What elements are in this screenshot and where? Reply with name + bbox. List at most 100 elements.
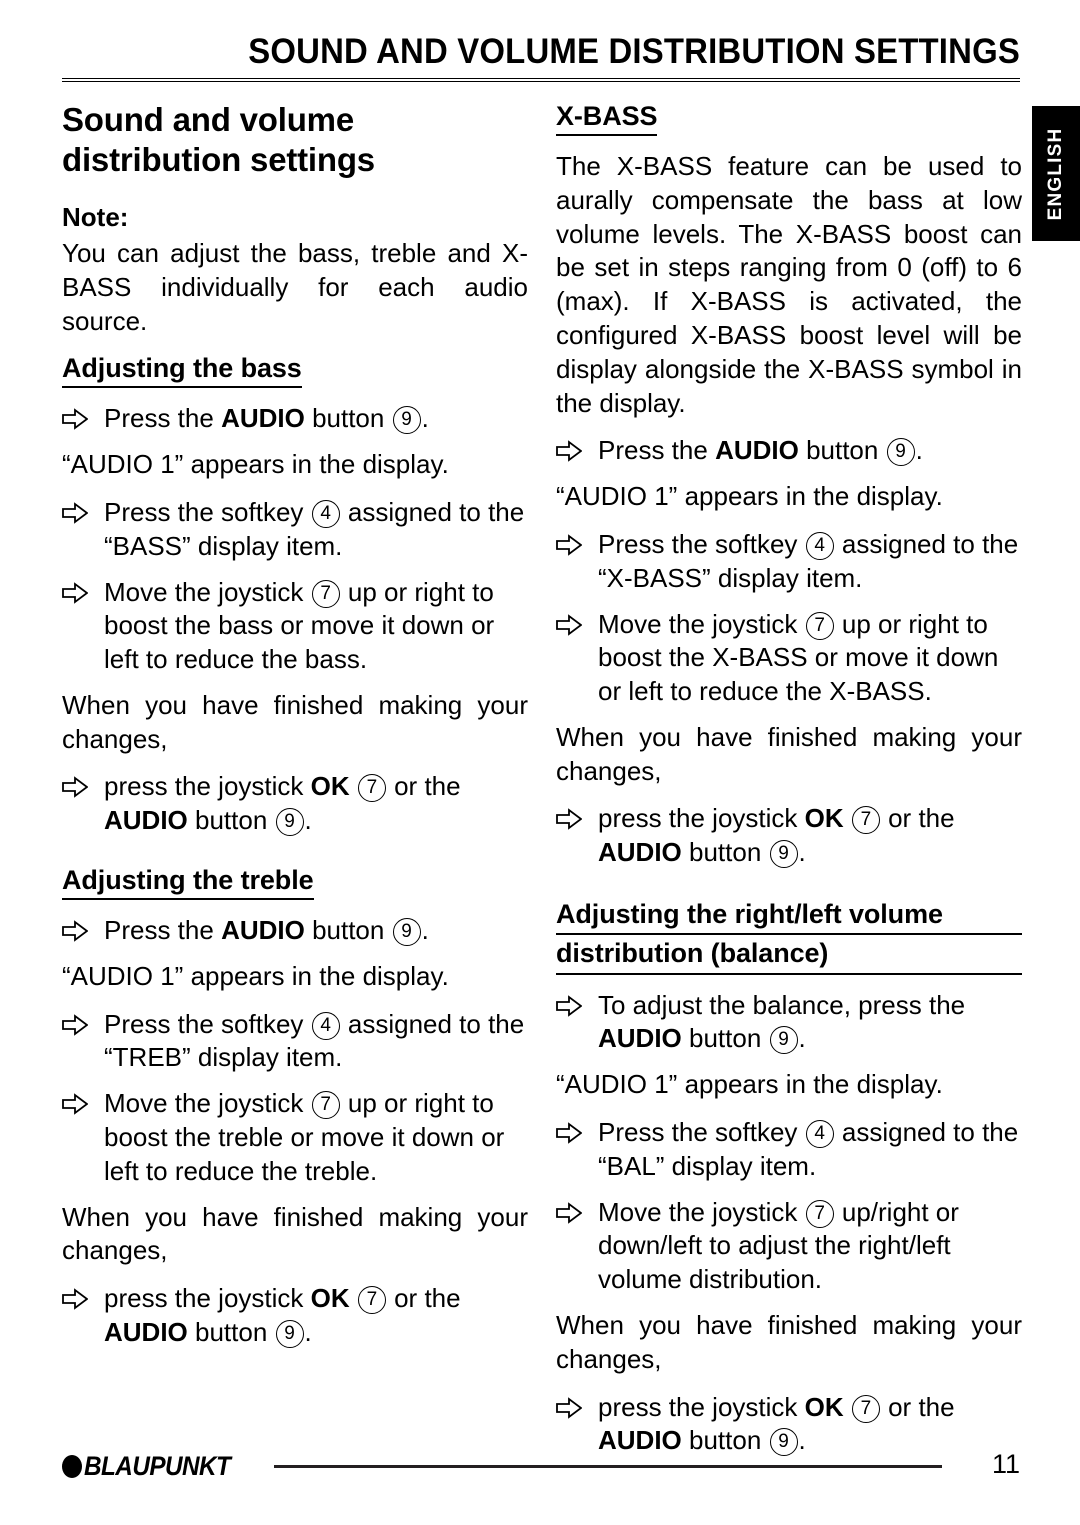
ref-number-9: 9 [392, 918, 421, 947]
arrow-bullet-icon [62, 408, 88, 431]
footer-divider [274, 1465, 942, 1468]
ref-number-7: 7 [805, 1199, 834, 1228]
manual-page: SOUND AND VOLUME DISTRIBUTION SETTINGS E… [0, 0, 1080, 1525]
step-text-a: Move the joystick [598, 1196, 805, 1227]
brand-name: BLAUPUNKT [84, 1450, 231, 1481]
steps-bass-2: Press the softkey 4 assigned to the “BAS… [62, 496, 528, 677]
step-text-audio: AUDIO [104, 1316, 188, 1347]
ref-number-4: 4 [311, 1011, 340, 1040]
step-text-audio: AUDIO [598, 837, 682, 868]
step-text-a: Press the [104, 403, 222, 434]
step-text-a: Move the joystick [598, 608, 805, 639]
arrow-bullet-icon [556, 1122, 582, 1144]
step-press-softkey: Press the softkey 4 assigned to the “BAS… [62, 496, 528, 564]
step-text-c: button [681, 1023, 769, 1054]
arrow-bullet-icon [62, 1093, 88, 1116]
step-press-softkey: Press the softkey 4 assigned to the “X-B… [556, 528, 1022, 596]
step-text-a: Press the softkey [598, 528, 805, 559]
step-text-d: . [915, 435, 923, 466]
step-text-a: Move the joystick [104, 576, 311, 607]
arrow-bullet-icon [62, 502, 88, 524]
page-number: 11 [991, 1449, 1020, 1479]
brand-logo: BLAUPUNKT [62, 1449, 247, 1483]
step-text-b: or the [386, 771, 461, 802]
steps-bass-1: Press the AUDIO button 9. [62, 402, 528, 436]
ref-number-9: 9 [275, 808, 304, 837]
ref-number-7: 7 [311, 579, 340, 608]
step-text-a: Move the joystick [104, 1088, 311, 1119]
steps-balance-1: To adjust the balance, press the AUDIO b… [556, 989, 1022, 1057]
step-text-a: Press the [598, 435, 716, 466]
xbass-intro-text: The X-BASS feature can be used to aurall… [556, 150, 1022, 418]
left-column: Sound and volume distribution settings N… [62, 100, 528, 1362]
step-text-c: button [681, 837, 769, 868]
step-text-b: or the [386, 1283, 461, 1314]
ref-number-9: 9 [769, 1026, 798, 1055]
step-move-joystick: Move the joystick 7 up/right or down/lef… [556, 1196, 1022, 1297]
closing-text: When you have finished making your chang… [556, 721, 1022, 786]
ref-number-9: 9 [275, 1319, 304, 1348]
heading-adjusting-bass: Adjusting the bass [62, 352, 302, 389]
step-press-audio: Press the AUDIO button 9. [62, 914, 528, 948]
step-text-a: Press the softkey [598, 1116, 805, 1147]
step-text-ok: OK [804, 803, 844, 834]
arrow-bullet-icon [62, 776, 88, 799]
note-label: Note: [62, 202, 129, 233]
step-text-audio: AUDIO [221, 403, 305, 434]
arrow-bullet-icon [556, 808, 582, 831]
right-column: X-BASS The X-BASS feature can be used to… [556, 100, 1022, 1470]
section-title: Sound and volume distribution settings [62, 101, 375, 178]
ref-number-7: 7 [851, 1394, 880, 1423]
steps-xbass-3: press the joystick OK 7 or the AUDIO but… [556, 802, 1022, 870]
step-text-d: . [798, 837, 806, 868]
ref-number-4: 4 [805, 531, 834, 560]
ref-number-4: 4 [311, 499, 340, 528]
ref-number-7: 7 [805, 611, 834, 640]
step-press-ok: press the joystick OK 7 or the AUDIO but… [62, 1282, 528, 1350]
blaupunkt-dot-icon [62, 1454, 82, 1478]
steps-treble-3: press the joystick OK 7 or the AUDIO but… [62, 1282, 528, 1350]
step-press-audio: To adjust the balance, press the AUDIO b… [556, 989, 1022, 1057]
heading-adjusting-treble-wrap: Adjusting the treble [62, 864, 528, 901]
ref-number-7: 7 [357, 1286, 386, 1315]
step-text-c: button [187, 1316, 275, 1347]
ref-number-7: 7 [357, 774, 386, 803]
result-audio1: “AUDIO 1” appears in the display. [62, 449, 449, 480]
ref-number-9: 9 [769, 840, 798, 869]
step-text-a: press the joystick [104, 1283, 311, 1314]
step-text-audio: AUDIO [104, 805, 188, 836]
closing-text: When you have finished making your chang… [556, 1309, 1022, 1374]
heading-adjusting-bass-wrap: Adjusting the bass [62, 352, 528, 389]
step-move-joystick: Move the joystick 7 up or right to boost… [62, 1087, 528, 1188]
step-text-d: . [304, 805, 312, 836]
heading-xbass: X-BASS [556, 100, 658, 136]
steps-bass-3: press the joystick OK 7 or the AUDIO but… [62, 770, 528, 838]
step-press-ok: press the joystick OK 7 or the AUDIO but… [556, 802, 1022, 870]
step-text-b: or the [880, 803, 955, 834]
arrow-bullet-icon [62, 920, 88, 942]
step-text-audio: AUDIO [598, 1023, 682, 1054]
ref-number-9: 9 [886, 438, 915, 467]
step-text-d: . [421, 403, 429, 434]
note-text: You can adjust the bass, treble and X-BA… [62, 237, 528, 336]
step-text-d: . [304, 1316, 312, 1347]
step-text-ok: OK [310, 1283, 350, 1314]
heading-adjusting-treble: Adjusting the treble [62, 864, 314, 901]
arrow-bullet-icon [556, 1201, 582, 1224]
step-press-softkey: Press the softkey 4 assigned to the “TRE… [62, 1008, 528, 1076]
result-audio1: “AUDIO 1” appears in the display. [556, 1069, 943, 1100]
arrow-bullet-icon [556, 994, 582, 1017]
ref-number-4: 4 [805, 1119, 834, 1148]
arrow-bullet-icon [62, 1013, 88, 1036]
step-text-a: press the joystick [598, 803, 805, 834]
step-text-a: Press the softkey [104, 496, 311, 527]
heading-balance-line1: Adjusting the right/left volume [556, 896, 1022, 936]
step-press-softkey: Press the softkey 4 assigned to the “BAL… [556, 1116, 1022, 1184]
result-audio1: “AUDIO 1” appears in the display. [556, 481, 943, 512]
arrow-bullet-icon [556, 440, 582, 463]
arrow-bullet-icon [556, 613, 582, 636]
step-move-joystick: Move the joystick 7 up or right to boost… [62, 576, 528, 677]
result-audio1: “AUDIO 1” appears in the display. [62, 960, 449, 991]
step-text-c: button [304, 915, 392, 946]
heading-balance-line2: distribution (balance) [556, 935, 1022, 975]
